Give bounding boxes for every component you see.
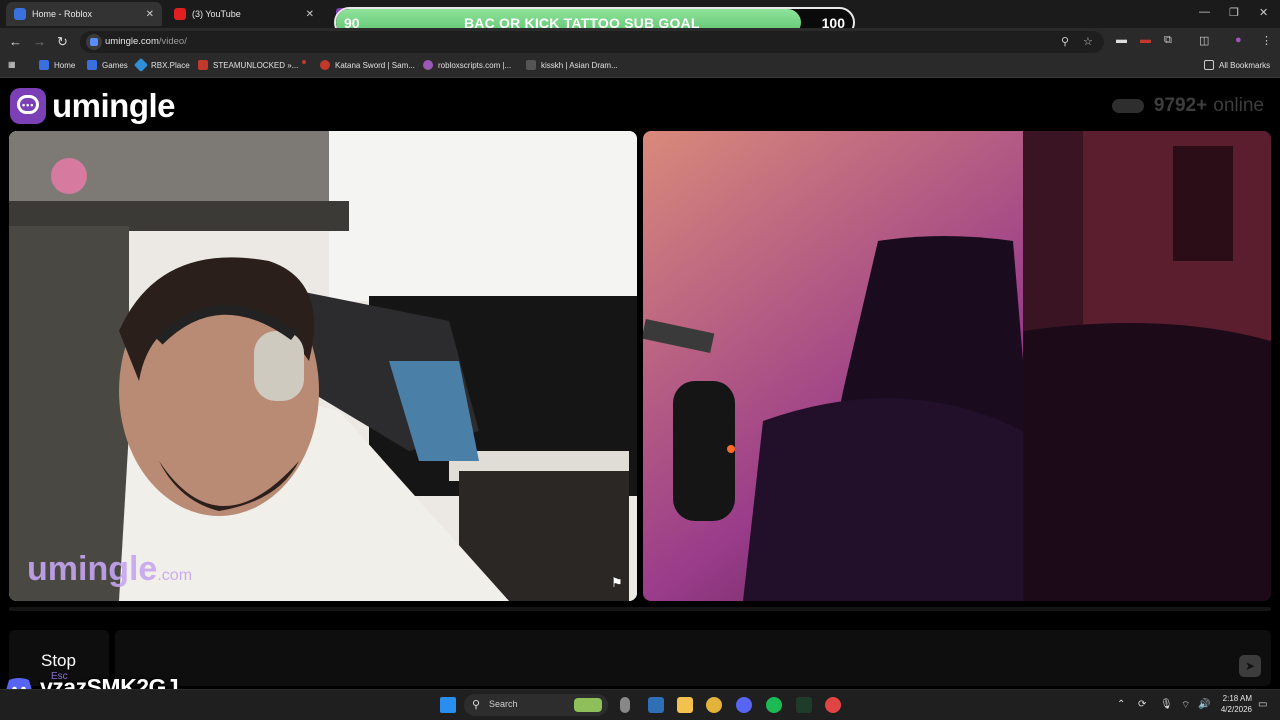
clock-date: 4/2/2026 (1220, 705, 1252, 714)
bookmark-games[interactable]: Games (87, 60, 128, 70)
chat-message-input[interactable]: ➤ (115, 630, 1271, 686)
bookmarks-bar: ▦ Home Games RBX.Place STEAMUNLOCKED »..… (0, 56, 1280, 78)
online-counter: 9792 + online (1111, 95, 1264, 117)
online-toggle[interactable] (1111, 99, 1144, 113)
back-icon[interactable]: ← (9, 34, 22, 49)
start-windows-icon[interactable] (440, 697, 456, 713)
tab-roblox-home[interactable]: Home - Roblox ✕ (6, 2, 162, 26)
apps-grid-icon[interactable]: ▦ (8, 60, 16, 69)
umingle-page: ••• umingle 9792 + online umingle.com ⚑ … (0, 79, 1280, 689)
bookmark-rbx-place[interactable]: RBX.Place (133, 57, 190, 73)
notifications-icon[interactable]: ▭ (1258, 699, 1267, 710)
search-highlight-icon (574, 698, 602, 712)
show-hidden-icons-icon[interactable]: ⌃ (1117, 699, 1125, 710)
menu-icon[interactable]: ⋮ (1261, 34, 1272, 47)
file-explorer-icon[interactable] (677, 697, 693, 713)
steamunlocked-icon (198, 60, 208, 70)
roblox-icon (87, 60, 97, 70)
windows-taskbar: ⚲ Search ⌃ ⟳ 🎙 ⌔ 🔊 2:18 AM 4/2/2026 ▭ (0, 689, 1280, 720)
chat-bubble-icon: ••• (10, 88, 46, 124)
robloxscripts-icon (423, 60, 433, 70)
send-icon[interactable]: ➤ (1239, 655, 1261, 677)
close-tab-icon[interactable]: ✕ (306, 9, 314, 20)
red-dot-icon (302, 60, 306, 64)
close-window-icon[interactable]: ✕ (1259, 6, 1268, 19)
tab-title: (3) YouTube (192, 9, 241, 19)
profile-avatar-icon[interactable]: ● (1235, 34, 1242, 46)
extension-red-icon[interactable]: ▬ (1140, 34, 1151, 46)
extensions-puzzle-icon[interactable]: ⧉ (1164, 34, 1172, 47)
tab-youtube[interactable]: (3) YouTube ✕ (166, 2, 322, 26)
taskbar-clock[interactable]: 2:18 AM 4/2/2026 (1216, 693, 1252, 715)
url-text[interactable]: umingle.com/video/ (105, 36, 187, 47)
volume-icon[interactable]: 🔊 (1198, 699, 1210, 710)
clock-time: 2:18 AM (1222, 694, 1252, 703)
chrome-icon[interactable] (706, 697, 722, 713)
microphone-icon[interactable]: 🎙 (1160, 699, 1173, 710)
umingle-logo[interactable]: ••• umingle (10, 87, 176, 125)
folder-icon (1204, 60, 1214, 70)
logo-text: umingle (52, 87, 176, 124)
side-panel-icon[interactable]: ◫ (1199, 34, 1209, 47)
online-count: 9792 (1153, 95, 1197, 116)
stranger-video (643, 131, 1271, 601)
zoom-icon[interactable]: ⚲ (1061, 35, 1069, 48)
mouse-app-icon[interactable] (620, 697, 630, 713)
rbx-place-icon (133, 57, 149, 73)
roblox-favicon-icon (14, 8, 26, 20)
connection-progress-bar (9, 607, 1271, 611)
bookmark-home[interactable]: Home (39, 60, 75, 70)
photos-app-icon[interactable] (648, 697, 664, 713)
spotify-icon[interactable] (766, 697, 782, 713)
forward-icon[interactable]: → (33, 34, 46, 49)
browser-toolbar: ← → ↻ umingle.com/video/ ⚲ ☆ ▬ ▬ ⧉ ◫ ● ⋮ (0, 28, 1280, 56)
all-bookmarks[interactable]: All Bookmarks (1204, 60, 1270, 70)
umingle-watermark: umingle.com (27, 550, 193, 588)
bookmark-steamunlocked[interactable]: STEAMUNLOCKED »... (198, 60, 298, 70)
bookmark-star-icon[interactable]: ☆ (1083, 35, 1093, 48)
minimize-icon[interactable]: — (1199, 6, 1210, 18)
extension-icon[interactable]: ▬ (1116, 34, 1127, 46)
close-tab-icon[interactable]: ✕ (146, 9, 154, 20)
self-video-frame (9, 131, 637, 601)
bookmark-robloxscripts[interactable]: robloxscripts.com |... (423, 60, 511, 70)
bookmark-kisskh[interactable]: kisskh | Asian Dram... (526, 60, 618, 70)
self-video: umingle.com ⚑ (9, 131, 637, 601)
restore-icon[interactable]: ❐ (1229, 6, 1239, 19)
bookmark-katana-sword[interactable]: Katana Sword | Sam... (320, 60, 415, 70)
youtube-favicon-icon (174, 8, 186, 20)
roblox-icon (39, 60, 49, 70)
report-flag-icon[interactable]: ⚑ (611, 575, 627, 591)
reload-icon[interactable]: ↻ (57, 34, 68, 50)
bookmark-red-dot[interactable] (302, 60, 311, 64)
search-icon: ⚲ (472, 699, 481, 711)
discord-app-icon[interactable] (736, 697, 752, 713)
app-icon[interactable] (796, 697, 812, 713)
sync-icon[interactable]: ⟳ (1138, 699, 1146, 710)
tab-title: Home - Roblox (32, 9, 93, 19)
kisskh-icon (526, 60, 536, 70)
stranger-video-frame (643, 131, 1271, 601)
site-info-icon[interactable] (86, 34, 102, 50)
stop-label: Stop (41, 651, 76, 670)
taskbar-search[interactable]: ⚲ Search (464, 694, 608, 716)
opera-gx-icon[interactable] (825, 697, 841, 713)
online-label: online (1213, 95, 1264, 116)
address-bar[interactable]: umingle.com/video/ ⚲ ☆ (80, 31, 1104, 53)
wifi-icon[interactable]: ⌔ (1181, 699, 1190, 712)
katana-icon (320, 60, 330, 70)
